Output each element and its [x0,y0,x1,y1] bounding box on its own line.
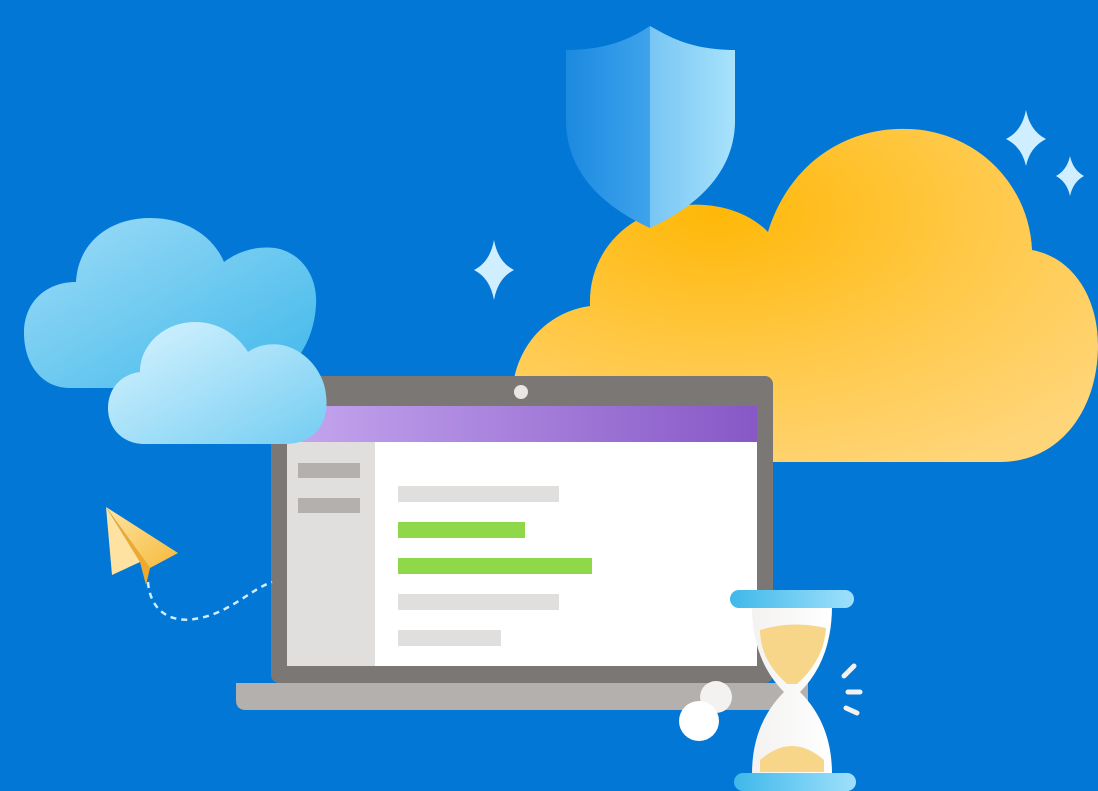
content-line [398,630,501,646]
sidebar-item [298,498,360,513]
laptop-icon [236,376,808,710]
webcam [514,385,528,399]
content-line [398,486,559,502]
app-title-bar [287,406,757,442]
hero-illustration [0,0,1098,791]
sand-bubble [679,701,719,741]
content-line-highlight [398,522,525,538]
content-line [398,594,559,610]
content-line-highlight [398,558,592,574]
sidebar-item [298,463,360,478]
illustration-stage [0,0,1098,791]
